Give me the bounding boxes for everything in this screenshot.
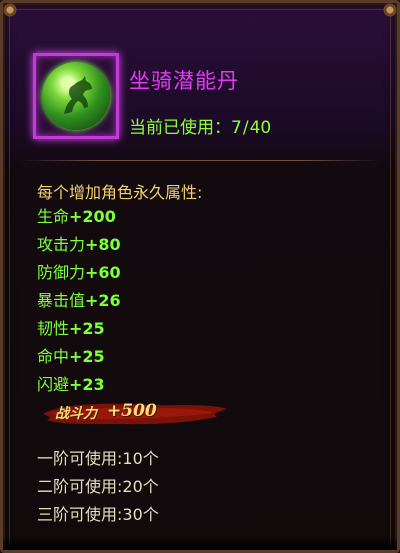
attributes-title: 每个增加角色永久属性: (37, 183, 203, 202)
battle-power-label: 战斗力 (55, 406, 97, 422)
frame-corner-ornament (3, 3, 19, 19)
item-tooltip: 坐骑潜能丹 当前已使用：7/40 每个增加角色永久属性: 生命+200 攻击力+… (0, 0, 400, 553)
attribute-value: +200 (69, 207, 116, 226)
battle-power-banner: 战斗力 +500 (41, 400, 229, 428)
attribute-name: 攻击力 (37, 235, 86, 254)
frame-corner-ornament (381, 3, 397, 19)
tier-limit-item: 一阶可使用:10个 (37, 449, 159, 468)
attribute-value: +25 (69, 319, 105, 338)
item-name: 坐骑潜能丹 (129, 69, 239, 93)
tier-limits-list: 一阶可使用:10个 二阶可使用:20个 三阶可使用:30个 (37, 447, 159, 531)
attribute-value: +60 (85, 263, 121, 282)
scroll-cutoff-fade (3, 536, 397, 550)
attribute-list: 生命+200 攻击力+80 防御力+60 暴击值+26 韧性+25 命中+25 … (37, 205, 121, 401)
attribute-value: +25 (69, 347, 105, 366)
usage-separator: / (242, 118, 249, 138)
attribute-item: 韧性+25 (37, 317, 121, 345)
attribute-name: 生命 (37, 207, 70, 226)
item-icon-slot (33, 53, 119, 139)
attribute-name: 命中 (37, 347, 70, 366)
tier-limit-item: 二阶可使用:20个 (37, 477, 159, 496)
usage-current: 7 (231, 118, 242, 138)
horse-orb-icon (42, 62, 110, 130)
attribute-item: 闪避+23 (37, 373, 121, 401)
attribute-item: 生命+200 (37, 205, 121, 233)
attribute-item: 暴击值+26 (37, 289, 121, 317)
section-divider (19, 160, 381, 161)
attribute-value: +80 (85, 235, 121, 254)
usage-label: 当前已使用： (129, 118, 231, 138)
attribute-name: 闪避 (37, 375, 70, 394)
attribute-name: 暴击值 (37, 291, 86, 310)
attribute-name: 韧性 (37, 319, 70, 338)
attribute-item: 命中+25 (37, 345, 121, 373)
battle-power-value: +500 (107, 401, 157, 421)
usage-max: 40 (249, 118, 272, 138)
tier-limit-item: 三阶可使用:30个 (37, 505, 159, 524)
attribute-value: +23 (69, 375, 105, 394)
attribute-item: 攻击力+80 (37, 233, 121, 261)
attribute-name: 防御力 (37, 263, 86, 282)
attribute-value: +26 (85, 291, 121, 310)
attribute-item: 防御力+60 (37, 261, 121, 289)
usage-count: 当前已使用：7/40 (129, 113, 271, 138)
